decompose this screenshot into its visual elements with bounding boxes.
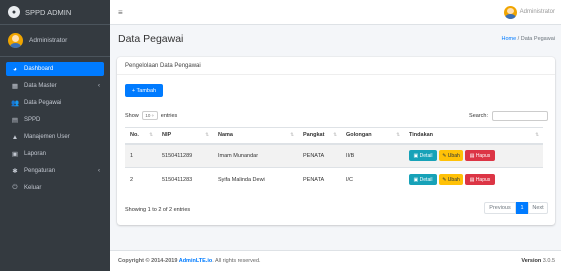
- brand-title: SPPD ADMIN: [25, 7, 72, 17]
- pegawai-table: No. ⇅ NIP ⇅ Nama ⇅ Pangkat ⇅ Golongan ⇅ Tinda…: [125, 127, 543, 192]
- sort-icon: ⇅: [535, 132, 539, 138]
- sidebar-item-manajemen-user[interactable]: ▲ Manajemen User: [6, 130, 104, 144]
- cell-actions: ▣ Detail ✎ Ubah ▤ Hapus: [404, 143, 543, 168]
- top-user-name: Administrator: [519, 9, 555, 15]
- search-label: Search:: [469, 113, 488, 119]
- sidebar-item-label: Manajemen User: [24, 134, 70, 140]
- column-header-tindakan[interactable]: Tindakan ⇅: [404, 127, 543, 145]
- pagination-page-1[interactable]: 1: [516, 202, 528, 214]
- print-icon: ▣: [11, 151, 19, 158]
- table-info: Showing 1 to 2 of 2 entries: [125, 207, 191, 213]
- sidebar-item-label: Data Pegawai: [24, 100, 62, 106]
- sidebar-item-dashboard[interactable]: ◕ Dashboard: [6, 62, 104, 76]
- sort-icon: ⇅: [149, 132, 153, 138]
- sidebar-item-data-master[interactable]: ▦ Data Master ‹: [6, 79, 104, 93]
- entries-select[interactable]: 10 ÷: [141, 111, 158, 120]
- detail-button[interactable]: ▣ Detail: [409, 150, 437, 162]
- add-button[interactable]: + Tambah: [125, 84, 163, 97]
- data-card: Pengelolaan Data Pengawai + Tambah Show …: [117, 57, 555, 225]
- sidebar-item-pengaturan[interactable]: ✱ Pengaturan ‹: [6, 164, 104, 178]
- page-title: Data Pegawai: [118, 33, 184, 45]
- user-avatar: [8, 33, 23, 48]
- delete-button[interactable]: ▤ Hapus: [465, 174, 495, 186]
- search-wrap: Search:: [469, 111, 548, 121]
- breadcrumb-current: Data Pegawai: [520, 36, 555, 42]
- pagination-previous[interactable]: Previous: [484, 202, 516, 214]
- column-header-pangkat[interactable]: Pangkat ⇅: [298, 127, 341, 145]
- sidebar-item-laporan[interactable]: ▣ Laporan: [6, 147, 104, 161]
- cell-actions: ▣ Detail ✎ Ubah ▤ Hapus: [404, 167, 543, 192]
- sidebar-user-name: Administrator: [29, 37, 68, 44]
- table-icon: ▦: [11, 83, 19, 90]
- sidebar-item-label: Keluar: [24, 185, 42, 191]
- breadcrumb-home-link[interactable]: Home: [501, 36, 516, 42]
- sidebar-nav: ◕ Dashboard ▦ Data Master ‹ 👥 Data Pegaw…: [0, 57, 110, 203]
- table-header-row: No. ⇅ NIP ⇅ Nama ⇅ Pangkat ⇅ Golongan ⇅ Tinda…: [125, 127, 543, 145]
- cell-nip: 5150411289: [157, 143, 213, 168]
- sidebar-item-label: Laporan: [24, 151, 47, 157]
- cell-no: 2: [125, 167, 157, 192]
- main-footer: Copyright © 2014-2019 AdminLTE.io. All r…: [110, 250, 561, 271]
- chevron-left-icon: ‹: [98, 83, 100, 89]
- column-header-nip[interactable]: NIP ⇅: [157, 127, 213, 145]
- edit-button[interactable]: ✎ Ubah: [439, 174, 463, 186]
- brand-link[interactable]: ● SPPD ADMIN: [0, 0, 110, 25]
- table-row: 1 5150411289 Imam Munandar PENATA II/B ▣…: [125, 143, 543, 168]
- hamburger-menu-icon[interactable]: ≡: [118, 8, 123, 17]
- table-row: 2 5150411283 Syifa Malinda Dewi PENATA I…: [125, 167, 543, 192]
- user-panel[interactable]: Administrator: [0, 25, 110, 57]
- cell-nip: 5150411283: [157, 167, 213, 192]
- breadcrumb: Home / Data Pegawai: [501, 36, 555, 42]
- top-user-menu[interactable]: Administrator: [503, 5, 555, 19]
- content-header: Data Pegawai Home / Data Pegawai: [110, 25, 561, 53]
- sidebar-item-label: SPPD: [24, 117, 41, 123]
- power-icon: ⏻: [12, 184, 18, 191]
- cell-golongan: I/C: [341, 167, 404, 192]
- edit-button[interactable]: ✎ Ubah: [439, 150, 463, 162]
- detail-button[interactable]: ▣ Detail: [409, 174, 437, 186]
- sidebar-item-label: Pengaturan: [24, 168, 56, 174]
- chevron-left-icon: ‹: [98, 168, 100, 174]
- cog-icon: ✱: [12, 168, 18, 175]
- cell-no: 1: [125, 143, 157, 168]
- entries-label: entries: [160, 112, 178, 119]
- sidebar-item-sppd[interactable]: ▤ SPPD: [6, 113, 104, 127]
- users-icon: 👥: [10, 100, 20, 107]
- cell-pangkat: PENATA: [298, 167, 341, 192]
- card-title: Pengelolaan Data Pengawai: [117, 57, 555, 75]
- top-navbar: ≡ Administrator: [110, 0, 561, 25]
- sidebar-item-label: Data Master: [24, 83, 57, 89]
- sort-icon: ⇅: [333, 132, 337, 138]
- footer-version: Version 3.0.5: [521, 258, 555, 264]
- avatar: [503, 5, 517, 19]
- cell-pangkat: PENATA: [298, 143, 341, 168]
- sort-icon: ⇅: [290, 132, 294, 138]
- column-header-golongan[interactable]: Golongan ⇅: [341, 127, 404, 145]
- main-sidebar: ● SPPD ADMIN Administrator ◕ Dashboard ▦…: [0, 0, 110, 271]
- sidebar-item-data-pegawai[interactable]: 👥 Data Pegawai: [6, 96, 104, 110]
- cell-nama: Imam Munandar: [213, 143, 298, 168]
- brand-logo-icon: ●: [8, 6, 20, 18]
- column-header-no[interactable]: No. ⇅: [125, 127, 157, 145]
- file-icon: ▤: [11, 117, 19, 124]
- show-label: Show: [125, 112, 139, 119]
- cell-golongan: II/B: [341, 143, 404, 168]
- delete-button[interactable]: ▤ Hapus: [465, 150, 495, 162]
- pagination-next[interactable]: Next: [528, 202, 548, 214]
- pagination: Previous 1 Next: [484, 202, 548, 214]
- footer-link[interactable]: AdminLTE.io: [179, 258, 213, 264]
- cell-nama: Syifa Malinda Dewi: [213, 167, 298, 192]
- sort-icon: ⇅: [396, 132, 400, 138]
- sidebar-item-keluar[interactable]: ⏻ Keluar: [6, 181, 104, 195]
- user-icon: ▲: [11, 133, 19, 141]
- search-input[interactable]: [492, 111, 548, 121]
- column-header-nama[interactable]: Nama ⇅: [213, 127, 298, 145]
- footer-copyright: Copyright © 2014-2019 AdminLTE.io. All r…: [118, 258, 261, 264]
- tachometer-icon: ◕: [13, 65, 17, 73]
- sidebar-item-label: Dashboard: [24, 66, 54, 72]
- sort-icon: ⇅: [205, 132, 209, 138]
- show-entries: Show 10 ÷ entries: [125, 111, 177, 120]
